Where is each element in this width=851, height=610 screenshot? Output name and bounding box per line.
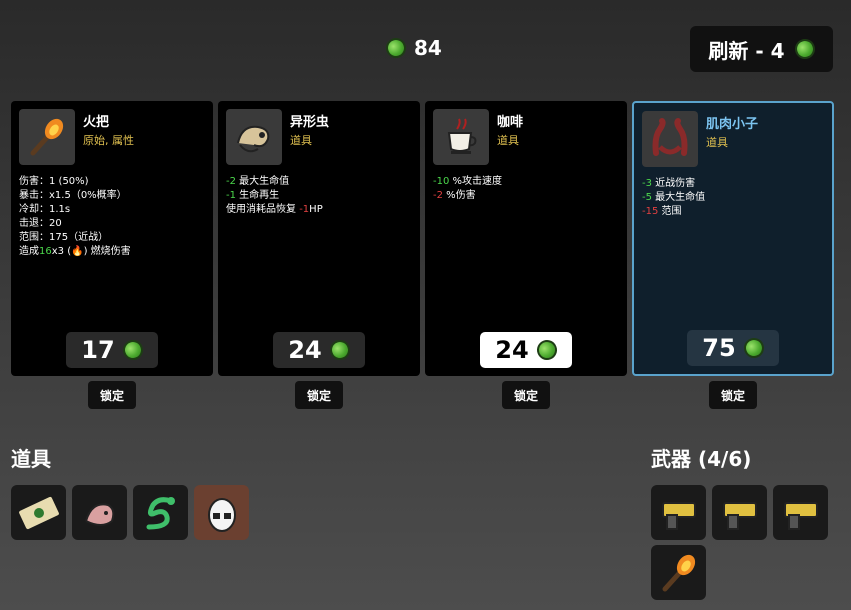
stat-line: 暴击：x1.5（0%概率） <box>19 190 127 201</box>
card-stats: -10 %攻击速度 -2 %伤害 <box>433 175 619 203</box>
weapon-slot-torch[interactable] <box>651 545 706 600</box>
stat-text: %攻击速度 <box>452 176 503 187</box>
item-slot-pink-creature[interactable] <box>72 485 127 540</box>
material-coin-icon <box>326 337 353 363</box>
ticket-icon <box>18 496 59 529</box>
card-type: 道具 <box>290 134 312 147</box>
refresh-label: 刷新 - 4 <box>708 38 785 63</box>
stat-line: -3 近战伤害 <box>642 177 824 191</box>
stat-line: 造成16x3 (🔥) 燃烧伤害 <box>19 246 131 257</box>
item-slot-snake[interactable] <box>133 485 188 540</box>
material-coin-icon <box>119 337 146 363</box>
torch-icon <box>19 109 75 165</box>
stat-text: 造成 <box>19 246 39 257</box>
item-slot-egg-face[interactable] <box>194 485 249 540</box>
stat-text: %伤害 <box>446 190 476 201</box>
egg-face-icon <box>207 497 236 532</box>
material-coin-icon <box>383 35 409 61</box>
stat-text: 最大生命值 <box>239 176 290 187</box>
stat-value: -15 <box>642 206 659 217</box>
price-tag[interactable]: 17 <box>66 332 158 368</box>
material-coin-icon <box>791 36 818 62</box>
stat-line: 范围：175（近战） <box>19 232 109 243</box>
weapon-slot-taser[interactable] <box>651 485 706 540</box>
materials-count: 84 <box>414 36 442 60</box>
stat-line: -2 %伤害 <box>433 189 619 203</box>
stat-line: -5 最大生命值 <box>642 191 824 205</box>
card-stats: -2 最大生命值 -1 生命再生 使用消耗品恢复 -1HP <box>226 175 412 217</box>
price-value: 17 <box>81 336 115 364</box>
taser-icon <box>783 501 818 530</box>
card-stats: 伤害：1 (50%) 暴击：x1.5（0%概率） 冷却：1.1s 击退：20 范… <box>19 175 205 259</box>
coffee-icon <box>433 109 489 165</box>
card-name: 异形虫 <box>290 115 330 130</box>
stat-value: -5 <box>642 192 652 203</box>
snake-icon <box>146 496 175 529</box>
card-type: 原始, 属性 <box>83 134 134 147</box>
price-value: 75 <box>702 334 736 362</box>
stat-text: 燃烧伤害 <box>90 246 131 257</box>
stat-text: 近战伤害 <box>655 178 696 189</box>
flame-icon: 🔥 <box>71 246 84 257</box>
stat-line: 冷却：1.1s <box>19 204 71 215</box>
lock-button[interactable]: 锁定 <box>88 381 136 409</box>
refresh-button[interactable]: 刷新 - 4 <box>690 26 833 72</box>
price-tag[interactable]: 75 <box>687 330 779 366</box>
torch-icon <box>662 554 695 591</box>
stat-value: -2 <box>226 176 236 187</box>
weapon-slot-taser[interactable] <box>773 485 828 540</box>
price-value: 24 <box>288 336 322 364</box>
alien-worm-icon <box>226 109 282 165</box>
pink-creature-icon <box>84 502 114 526</box>
card-stats: -3 近战伤害 -5 最大生命值 -15 范围 <box>642 177 824 219</box>
stat-value: -1 <box>299 204 310 215</box>
stat-value: -1 <box>226 190 236 201</box>
card-name: 火把 <box>83 115 110 130</box>
stat-text: 最大生命值 <box>655 192 706 203</box>
card-type: 道具 <box>706 136 728 149</box>
stat-line: 击退：20 <box>19 218 62 229</box>
lock-button[interactable]: 锁定 <box>502 381 550 409</box>
shop-card-torch[interactable]: 火把 原始, 属性 伤害：1 (50%) 暴击：x1.5（0%概率） 冷却：1.… <box>11 101 213 376</box>
muscle-arms-icon <box>642 111 698 167</box>
taser-icon <box>722 501 757 530</box>
stat-text: 生命再生 <box>239 190 280 201</box>
stat-unit: HP <box>309 204 323 215</box>
shop-card-alien-worm[interactable]: 异形虫 道具 -2 最大生命值 -1 生命再生 使用消耗品恢复 -1HP 24 <box>218 101 420 376</box>
stat-value: -3 <box>642 178 652 189</box>
weapon-slot-taser[interactable] <box>712 485 767 540</box>
items-section-title: 道具 <box>11 447 51 471</box>
material-coin-icon <box>740 335 767 361</box>
stat-text: 范围 <box>661 206 682 217</box>
stat-line: 使用消耗品恢复 -1HP <box>226 203 412 217</box>
lock-button[interactable]: 锁定 <box>295 381 343 409</box>
stat-line: 伤害：1 (50%) <box>19 176 89 187</box>
stat-line: -10 %攻击速度 <box>433 175 619 189</box>
card-name: 肌肉小子 <box>706 117 759 132</box>
weapons-section-title: 武器 (4/6) <box>651 447 752 471</box>
stat-text: x3 <box>51 246 65 257</box>
stat-line: -15 范围 <box>642 205 824 219</box>
lock-button[interactable]: 锁定 <box>709 381 757 409</box>
stat-line: -2 最大生命值 <box>226 175 412 189</box>
item-slot-ticket[interactable] <box>11 485 66 540</box>
shop-card-coffee[interactable]: 咖啡 道具 -10 %攻击速度 -2 %伤害 24 <box>425 101 627 376</box>
price-value: 24 <box>495 336 529 364</box>
shop-card-muscular-guy[interactable]: 肌肉小子 道具 -3 近战伤害 -5 最大生命值 -15 范围 75 <box>632 101 834 376</box>
stat-value: -10 <box>433 176 450 187</box>
stat-value: -2 <box>433 190 443 201</box>
material-coin-icon <box>533 337 560 363</box>
stat-text: 使用消耗品恢复 <box>226 204 296 215</box>
taser-icon <box>661 501 696 530</box>
card-type: 道具 <box>497 134 519 147</box>
materials-counter: 84 <box>383 35 442 61</box>
stat-line: -1 生命再生 <box>226 189 412 203</box>
card-name: 咖啡 <box>497 115 524 130</box>
price-tag[interactable]: 24 <box>273 332 365 368</box>
price-tag[interactable]: 24 <box>480 332 572 368</box>
stat-value: 16 <box>39 246 52 257</box>
